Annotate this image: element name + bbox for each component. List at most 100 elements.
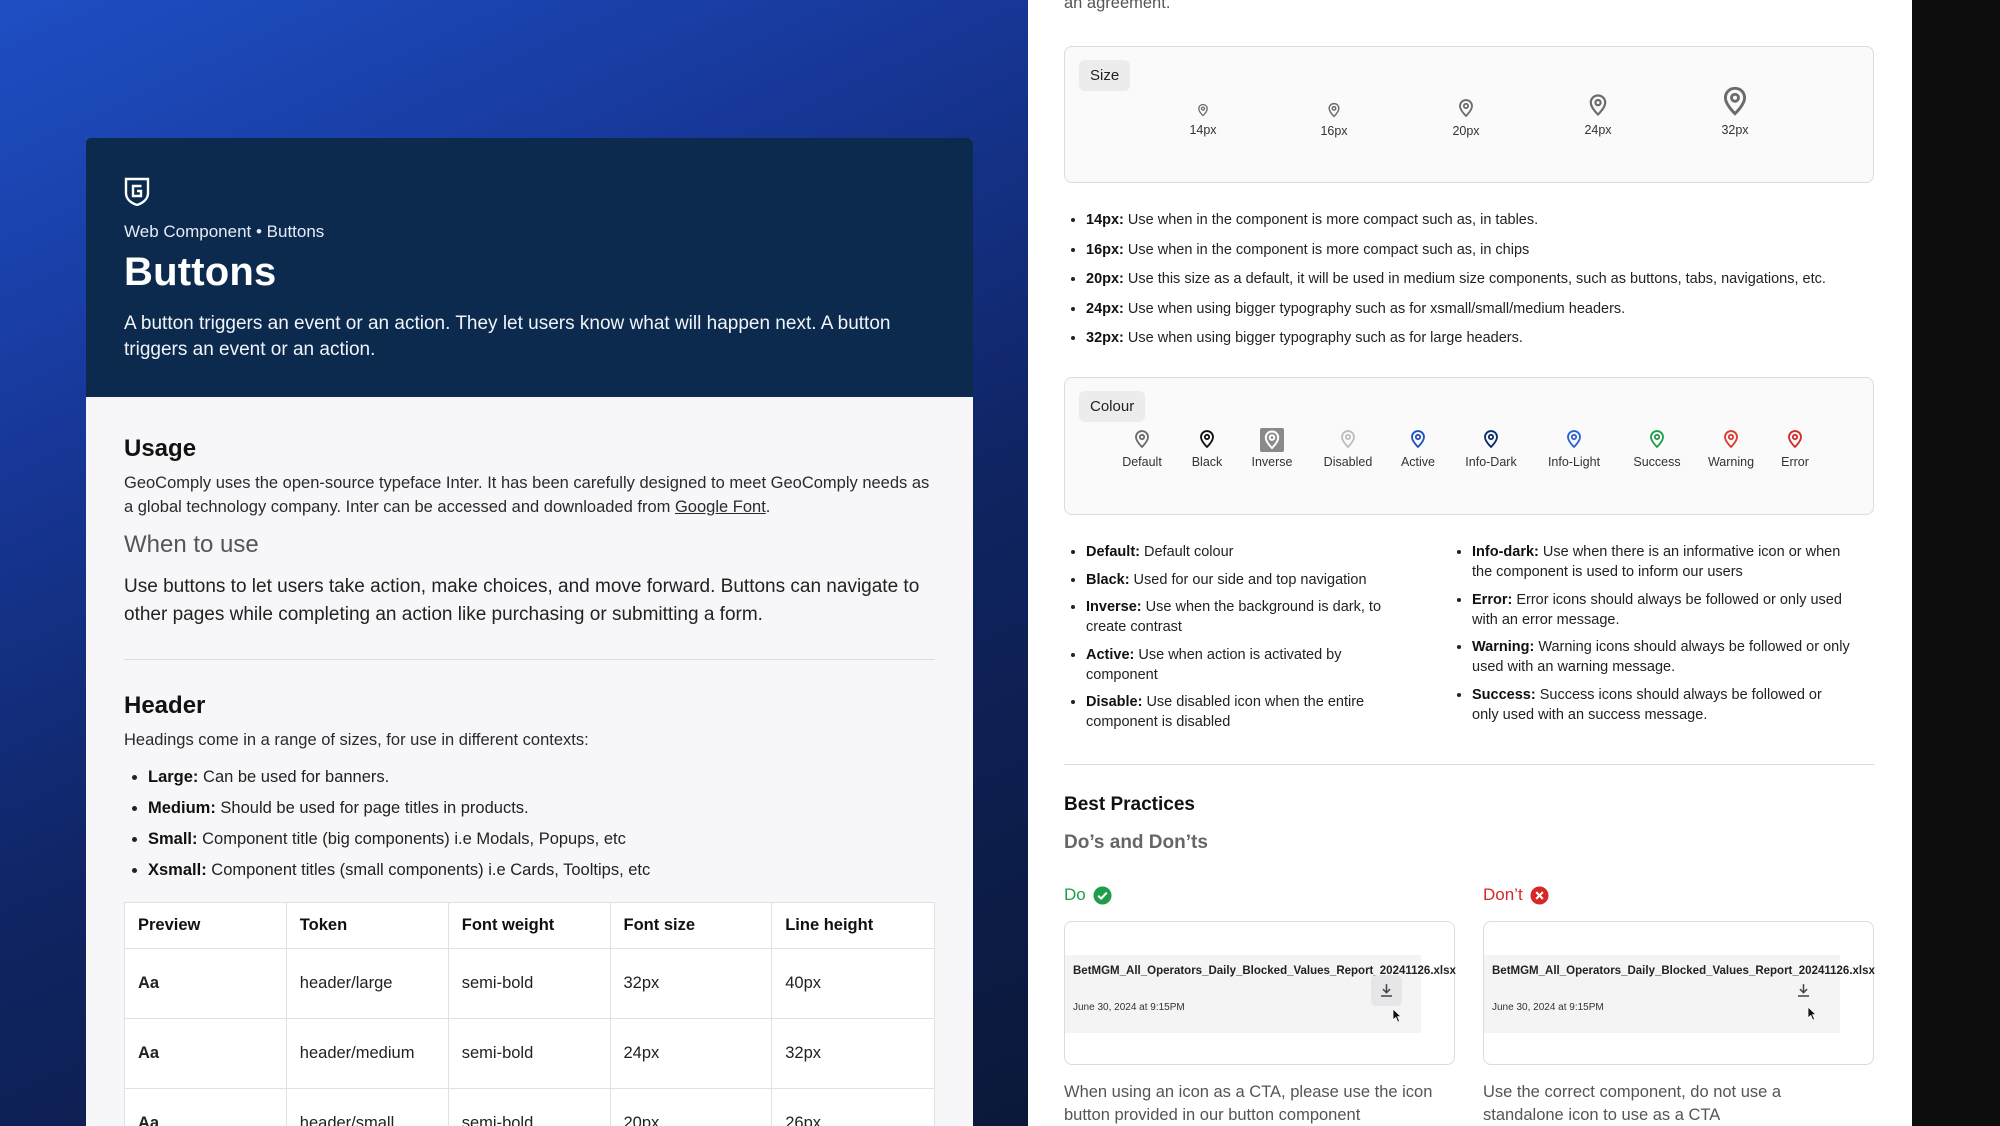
table-row: Aa header/medium semi-bold 24px 32px — [124, 1018, 935, 1089]
list-item: Small: Component title (big components) … — [148, 824, 935, 855]
colour-active-specimen: Active — [1385, 429, 1451, 469]
size-label: 20px — [1452, 124, 1480, 138]
buttons-doc-card: Web Component • Buttons Buttons A button… — [86, 138, 973, 1126]
colour-label: Disabled — [1323, 455, 1373, 469]
list-item: 24px: Use when using bigger typography s… — [1086, 295, 1864, 325]
size-notes-list: 14px: Use when in the component is more … — [1064, 206, 1864, 354]
list-item: Xsmall: Component titles (small componen… — [148, 855, 935, 886]
list-term: Small: — [148, 830, 198, 848]
size-label: 16px — [1320, 124, 1348, 138]
location-pin-icon — [1567, 430, 1581, 449]
background-dark-strip — [1912, 0, 2000, 1126]
file-name: BetMGM_All_Operators_Daily_Blocked_Value… — [1073, 965, 1456, 977]
best-practices-heading: Best Practices — [1064, 794, 1195, 815]
table-row: Aa header/large semi-bold 32px 40px — [124, 948, 935, 1019]
location-pin-icon — [1724, 430, 1738, 449]
weight-cell: semi-bold — [447, 1018, 611, 1089]
list-item: Active: Use when action is activated by … — [1086, 645, 1414, 685]
google-font-link[interactable]: Google Font — [675, 498, 766, 516]
list-desc: Should be used for page titles in produc… — [215, 799, 529, 817]
list-desc: Default colour — [1139, 544, 1234, 560]
colour-label: Default — [1122, 455, 1162, 469]
file-row: BetMGM_All_Operators_Daily_Blocked_Value… — [1065, 955, 1456, 1033]
location-pin-icon — [1260, 428, 1284, 452]
header-heading: Header — [124, 692, 206, 719]
colour-disabled-specimen: Disabled — [1313, 429, 1383, 469]
list-term: Default: — [1086, 544, 1140, 560]
header-size-list: Large: Can be used for banners. Medium: … — [124, 762, 935, 886]
list-desc: Use when in the component is more compac… — [1123, 241, 1530, 258]
weight-cell: semi-bold — [447, 1088, 611, 1126]
dont-label-text: Don’t — [1483, 885, 1523, 904]
colour-label: Active — [1400, 455, 1436, 469]
colour-tag: Colour — [1079, 391, 1146, 422]
location-pin-icon — [1589, 94, 1607, 117]
file-name: BetMGM_All_Operators_Daily_Blocked_Value… — [1492, 965, 1875, 977]
colour-label: Inverse — [1251, 455, 1293, 469]
size-label: 32px — [1721, 123, 1749, 137]
cursor-pointer-icon — [1392, 1008, 1402, 1023]
icon-guidelines-panel: an agreement. Size 14px 16px 20px 24px 3… — [1028, 0, 1912, 1126]
list-item: 16px: Use when in the component is more … — [1086, 236, 1864, 266]
token-cell: header/medium — [285, 1018, 449, 1089]
list-term: Xsmall: — [148, 861, 207, 879]
size-32-specimen: 32px — [1705, 85, 1765, 137]
dos-donts-heading: Do’s and Don’ts — [1064, 832, 1208, 853]
list-item: Error: Error icons should always be foll… — [1472, 590, 1850, 630]
list-item: Default: Default colour — [1086, 542, 1414, 562]
list-desc: Component titles (small components) i.e … — [206, 861, 651, 879]
shield-g-logo-icon — [124, 176, 935, 206]
download-icon-button[interactable] — [1371, 975, 1402, 1006]
location-pin-icon — [1788, 430, 1802, 449]
list-item: Success: Success icons should always be … — [1472, 685, 1850, 725]
page-title: Buttons — [124, 250, 277, 294]
list-term: 20px: — [1086, 271, 1124, 287]
size-20-specimen: 20px — [1436, 98, 1496, 138]
size-specimen-box: Size 14px 16px 20px 24px 32px — [1064, 46, 1874, 183]
line-height-cell: 32px — [771, 1018, 935, 1089]
check-circle-icon — [1093, 885, 1112, 905]
list-item: 20px: Use this size as a default, it wil… — [1086, 265, 1864, 295]
location-pin-icon — [1198, 103, 1208, 117]
list-term: Warning: — [1472, 639, 1535, 655]
size-cell: 24px — [609, 1018, 773, 1089]
list-term: 16px: — [1086, 241, 1124, 258]
list-item: Black: Used for our side and top navigat… — [1086, 570, 1414, 590]
dont-example-card: BetMGM_All_Operators_Daily_Blocked_Value… — [1483, 921, 1875, 1065]
preview-cell: Aa — [124, 948, 287, 1019]
cut-off-text: an agreement. — [1064, 0, 1171, 12]
do-caption: When using an icon as a CTA, please use … — [1064, 1083, 1433, 1124]
table-header-row: Preview Token Font weight Font size Line… — [124, 902, 935, 949]
size-label: 14px — [1189, 123, 1217, 137]
list-term: Medium: — [148, 799, 216, 817]
column-header: Font size — [609, 902, 773, 949]
location-pin-icon — [1200, 430, 1214, 449]
list-desc: Used for our side and top navigation — [1129, 571, 1367, 588]
do-example-card: BetMGM_All_Operators_Daily_Blocked_Value… — [1064, 921, 1456, 1065]
when-to-use-heading: When to use — [124, 531, 259, 558]
size-tag: Size — [1079, 60, 1131, 91]
do-label-text: Do — [1064, 885, 1086, 904]
do-label: Do — [1064, 885, 1112, 905]
colour-notes-right: Info-dark: Use when there is an informat… — [1450, 542, 1850, 732]
list-item: Large: Can be used for banners. — [148, 762, 935, 793]
file-row: BetMGM_All_Operators_Daily_Blocked_Value… — [1484, 955, 1875, 1033]
colour-label: Success — [1633, 455, 1681, 469]
list-item: Disable: Use disabled icon when the enti… — [1086, 692, 1414, 732]
line-height-cell: 40px — [771, 948, 935, 1019]
column-header: Preview — [124, 902, 287, 949]
location-pin-icon — [1135, 430, 1149, 449]
list-desc: Error icons should always be followed or… — [1472, 591, 1842, 628]
colour-error-specimen: Error — [1765, 429, 1825, 469]
colour-label: Warning — [1707, 455, 1755, 469]
list-item: Info-dark: Use when there is an informat… — [1472, 542, 1850, 582]
weight-cell: semi-bold — [447, 948, 611, 1019]
line-height-cell: 26px — [771, 1088, 935, 1126]
download-icon[interactable] — [1795, 982, 1812, 999]
dont-label: Don’t — [1483, 885, 1549, 905]
size-cell: 20px — [609, 1088, 773, 1126]
doc-content: Usage GeoComply uses the open-source typ… — [86, 397, 973, 1126]
list-term: Black: — [1086, 571, 1130, 588]
location-pin-icon — [1328, 102, 1340, 118]
section-divider — [124, 659, 935, 660]
